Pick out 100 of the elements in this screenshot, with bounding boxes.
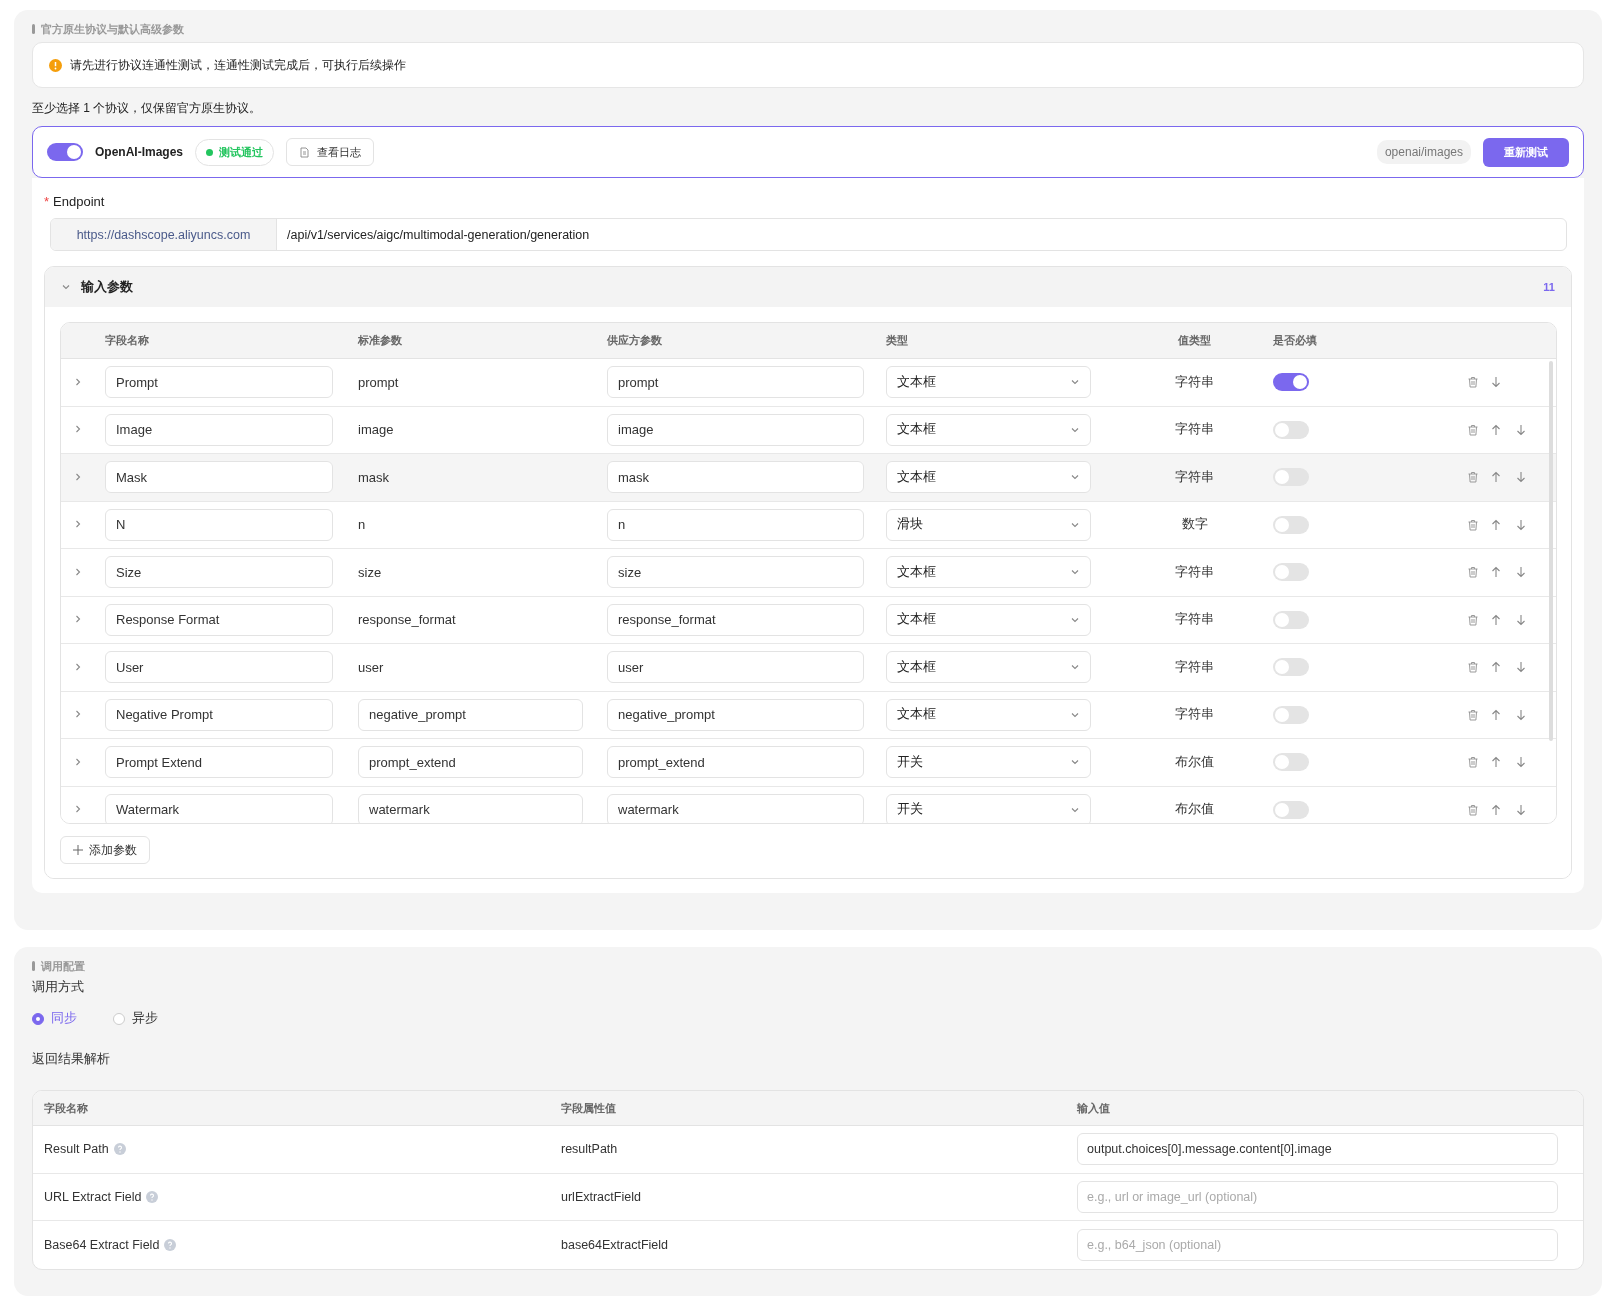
field-name-input[interactable]: Response Format [105, 603, 333, 636]
value-type-text: 字符串 [1175, 421, 1214, 439]
type-select[interactable]: 文本框 [886, 461, 1091, 494]
required-toggle[interactable] [1273, 800, 1309, 819]
type-select[interactable]: 文本框 [886, 556, 1091, 589]
arrow-down-icon[interactable] [1515, 423, 1527, 436]
arrow-down-icon[interactable] [1515, 803, 1527, 816]
help-icon[interactable] [164, 1238, 177, 1251]
mode-radio[interactable]: 同步 [32, 1010, 77, 1027]
type-select[interactable]: 开关 [886, 746, 1091, 779]
arrow-up-icon[interactable] [1490, 661, 1502, 674]
arrow-down-icon[interactable] [1515, 613, 1527, 626]
required-toggle[interactable] [1273, 373, 1309, 392]
type-select[interactable]: 文本框 [886, 698, 1091, 731]
field-name-input[interactable]: User [105, 651, 333, 684]
type-select[interactable]: 文本框 [886, 366, 1091, 399]
arrow-down-icon[interactable] [1515, 756, 1527, 769]
arrow-down-icon[interactable] [1490, 376, 1502, 389]
field-name-input[interactable]: Mask [105, 461, 333, 494]
accordion-header[interactable]: 输入参数 11 [45, 267, 1571, 307]
standard-param-input[interactable]: watermark [358, 793, 583, 823]
arrow-up-icon[interactable] [1490, 518, 1502, 531]
field-name-input[interactable]: Prompt [105, 366, 333, 399]
scrollbar[interactable] [1549, 361, 1553, 741]
value-type-text: 字符串 [1175, 658, 1214, 676]
help-icon[interactable] [146, 1190, 159, 1203]
standard-param-input[interactable]: prompt_extend [358, 746, 583, 779]
help-icon[interactable] [113, 1143, 126, 1156]
trash-icon[interactable] [1467, 518, 1479, 531]
arrow-down-icon[interactable] [1515, 708, 1527, 721]
arrow-up-icon[interactable] [1490, 423, 1502, 436]
trash-icon[interactable] [1467, 471, 1479, 484]
standard-param-input[interactable]: negative_prompt [358, 698, 583, 731]
required-toggle[interactable] [1273, 658, 1309, 677]
trash-icon[interactable] [1467, 376, 1479, 389]
trash-icon[interactable] [1467, 661, 1479, 674]
trash-icon[interactable] [1467, 756, 1479, 769]
supplier-param-input[interactable]: response_format [607, 603, 864, 636]
mode-radio[interactable]: 异步 [113, 1010, 158, 1027]
retest-button[interactable]: 重新测试 [1483, 137, 1569, 167]
chevron-right-icon [73, 709, 83, 720]
standard-param-text: size [358, 564, 383, 580]
required-toggle[interactable] [1273, 705, 1309, 724]
field-name-input[interactable]: Watermark [105, 793, 333, 823]
field-name-input[interactable]: Negative Prompt [105, 698, 333, 731]
arrow-up-icon[interactable] [1490, 803, 1502, 816]
field-name-input[interactable]: Prompt Extend [105, 746, 333, 779]
required-toggle[interactable] [1273, 468, 1309, 487]
value-input[interactable]: output.choices[0].message.content[0].image [1077, 1133, 1558, 1166]
chevron-right-icon [73, 756, 83, 767]
required-toggle[interactable] [1273, 420, 1309, 439]
supplier-param-input[interactable]: image [607, 413, 864, 446]
supplier-param-input[interactable]: user [607, 651, 864, 684]
endpoint-field[interactable]: https://dashscope.aliyuncs.com /api/v1/services/aigc/multimodal-generation/generation [50, 218, 1567, 251]
type-select[interactable]: 文本框 [886, 603, 1091, 636]
supplier-param-input[interactable]: n [607, 508, 864, 541]
supplier-param-input[interactable]: size [607, 556, 864, 589]
value-type-text: 布尔值 [1175, 801, 1214, 819]
supplier-param-input[interactable]: prompt_extend [607, 746, 864, 779]
arrow-up-icon[interactable] [1490, 756, 1502, 769]
supplier-param-input[interactable]: mask [607, 461, 864, 494]
trash-icon[interactable] [1467, 803, 1479, 816]
field-name-input[interactable]: N [105, 508, 333, 541]
field-name-input[interactable]: Image [105, 413, 333, 446]
arrow-down-icon[interactable] [1515, 566, 1527, 579]
supplier-param-input[interactable]: negative_prompt [607, 698, 864, 731]
type-select[interactable]: 文本框 [886, 651, 1091, 684]
type-select[interactable]: 开关 [886, 793, 1091, 823]
value-type-text: 布尔值 [1175, 753, 1214, 771]
value-input[interactable]: e.g., b64_json (optional) [1077, 1228, 1558, 1261]
arrow-up-icon[interactable] [1490, 566, 1502, 579]
supplier-param-input[interactable]: watermark [607, 793, 864, 823]
required-toggle[interactable] [1273, 610, 1309, 629]
protocol-toggle[interactable] [47, 143, 83, 161]
required-toggle[interactable] [1273, 753, 1309, 772]
value-input[interactable]: e.g., url or image_url (optional) [1077, 1180, 1558, 1213]
standard-param-text: mask [358, 469, 391, 485]
required-toggle[interactable] [1273, 515, 1309, 534]
arrow-down-icon[interactable] [1515, 471, 1527, 484]
trash-icon[interactable] [1467, 423, 1479, 436]
arrow-up-icon[interactable] [1490, 613, 1502, 626]
trash-icon[interactable] [1467, 566, 1479, 579]
type-select[interactable]: 滑块 [886, 508, 1091, 541]
document-icon [299, 146, 311, 158]
type-select[interactable]: 文本框 [886, 413, 1091, 446]
arrow-down-icon[interactable] [1515, 518, 1527, 531]
field-name-input[interactable]: Size [105, 556, 333, 589]
trash-icon[interactable] [1467, 613, 1479, 626]
section-title: 官方原生协议与默认高级参数 [41, 21, 184, 37]
column-header: 字段名称 [44, 1100, 88, 1116]
view-log-button[interactable]: 查看日志 [286, 138, 375, 166]
add-param-button[interactable]: 添加参数 [60, 836, 150, 864]
trash-icon[interactable] [1467, 708, 1479, 721]
arrow-up-icon[interactable] [1490, 708, 1502, 721]
arrow-up-icon[interactable] [1490, 471, 1502, 484]
required-toggle[interactable] [1273, 563, 1309, 582]
arrow-down-icon[interactable] [1515, 661, 1527, 674]
field-name-text: Base64 Extract Field [44, 1237, 160, 1252]
standard-param-text: response_format [358, 612, 457, 628]
supplier-param-input[interactable]: prompt [607, 366, 864, 399]
